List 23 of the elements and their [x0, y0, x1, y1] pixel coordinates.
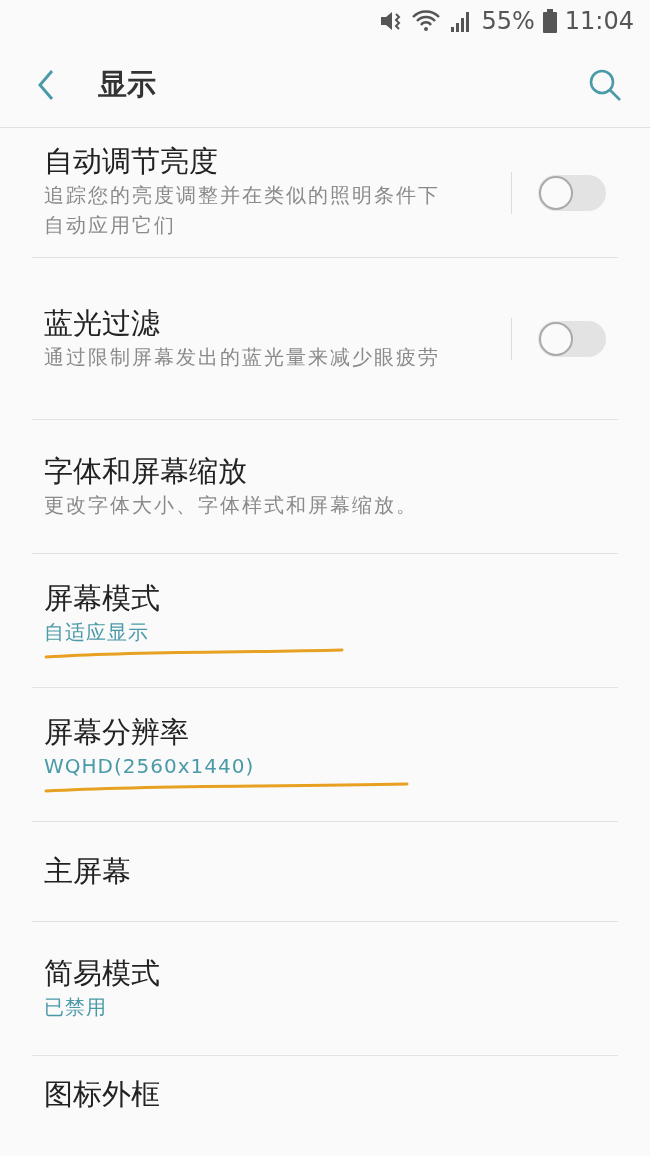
setting-value: WQHD(2560x1440): [44, 753, 255, 781]
battery-percentage: 55%: [481, 6, 535, 37]
setting-title[interactable]: 屏幕模式: [44, 579, 606, 618]
back-icon[interactable]: [36, 68, 56, 101]
setting-title[interactable]: 自动调节亮度: [44, 142, 511, 181]
setting-title[interactable]: 图标外框: [44, 1076, 606, 1114]
setting-description: 更改字体大小、字体样式和屏幕缩放。: [44, 492, 419, 520]
toggle-switch[interactable]: [538, 320, 606, 357]
setting-title[interactable]: 简易模式: [44, 954, 606, 993]
battery-icon: [542, 9, 557, 33]
setting-title[interactable]: 字体和屏幕缩放: [44, 452, 606, 491]
setting-title[interactable]: 蓝光过滤: [44, 304, 511, 343]
wifi-icon: [411, 9, 442, 33]
setting-value: 自适应显示: [44, 619, 149, 647]
setting-value: 已禁用: [44, 994, 107, 1022]
setting-description: 通过限制屏幕发出的蓝光量来减少眼疲劳: [44, 344, 441, 372]
screen-title: 显示: [98, 65, 156, 103]
setting-title[interactable]: 屏幕分辨率: [44, 713, 606, 752]
toggle-switch[interactable]: [538, 174, 606, 211]
clock: 11:04: [564, 6, 634, 37]
search-icon[interactable]: [588, 67, 622, 102]
setting-description: 追踪您的亮度调整并在类似的照明条件下自动应用它们: [44, 182, 441, 240]
setting-title[interactable]: 主屏幕: [44, 852, 606, 891]
